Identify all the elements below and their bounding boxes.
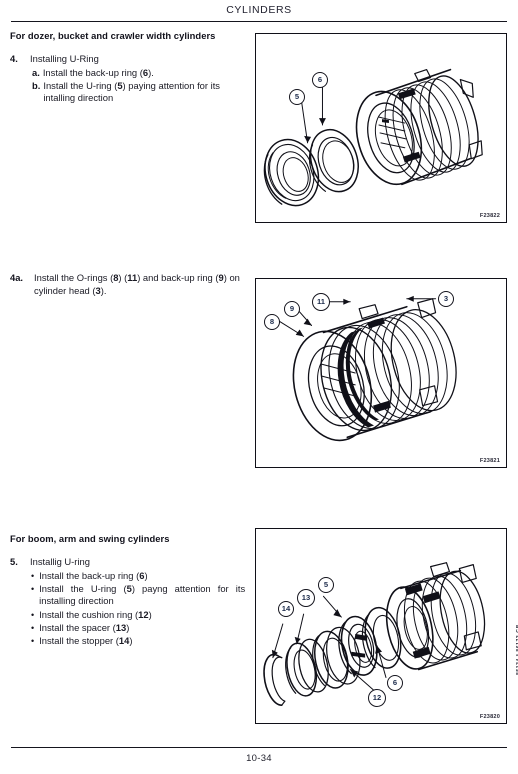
sub-item-marker: • [31, 635, 35, 646]
figure-3-callout-6: 6 [387, 675, 403, 691]
sub-item-text: Install the cushion ring (12) [39, 608, 152, 620]
sub-item-marker: b. [32, 79, 41, 91]
figure-3-callout-5: 5 [318, 577, 334, 593]
figure-2-callout-8: 8 [264, 314, 280, 330]
section-3-text: For boom, arm and swing cylinders 5. Ins… [10, 533, 248, 647]
page-number: 10-34 [246, 753, 272, 764]
sub-item-text: Install the back-up ring (6). [42, 66, 154, 78]
sub-item-marker: • [31, 583, 35, 594]
header-divider [11, 21, 507, 22]
figure-1-callout-6: 6 [312, 72, 328, 88]
section-3-step-title: Installig U-ring [30, 556, 90, 568]
list-item: • Install the stopper (14) [30, 635, 248, 648]
section-3-sub-list: • Install the back-up ring (6) • Install… [30, 570, 248, 648]
sub-item-marker: • [31, 570, 35, 581]
section-1-step: 4. Installing U-Ring [10, 53, 248, 66]
section-2-text: 4a. Install the O-rings (8) (11) and bac… [10, 272, 248, 297]
page-header: CYLINDERS [0, 0, 518, 22]
figure-1-callout-5: 5 [289, 89, 305, 105]
list-item: • Install the spacer (13) [30, 622, 248, 635]
figure-3-code: F23820 [479, 714, 500, 720]
sub-item-text: Install the U-ring (5) paying attention … [43, 79, 220, 104]
section-3-step-number: 5. [10, 556, 18, 568]
sub-item-text: Install the stopper (14) [39, 634, 133, 646]
figure-3-callout-12: 12 [368, 689, 386, 707]
figure-1: 5 6 F23822 [255, 33, 507, 223]
list-item: • Install the cushion ring (12) [30, 609, 248, 622]
figure-1-drawing [263, 68, 483, 207]
section-1-text: For dozer, bucket and crawler width cyli… [10, 30, 248, 105]
sub-item-marker: • [31, 609, 35, 620]
figure-2-callout-11: 11 [312, 293, 330, 311]
section-1-heading: For dozer, bucket and crawler width cyli… [10, 30, 216, 41]
figure-2-code: F23821 [479, 458, 500, 464]
figure-2-callout-9: 9 [284, 301, 300, 317]
section-1-step-title: Installing U-Ring [30, 53, 99, 65]
sub-item-text: Install the spacer (13) [39, 621, 130, 633]
page-footer: 10-34 [11, 748, 507, 766]
sub-item-text: Install the U-ring (5) payng attention f… [39, 582, 246, 607]
figure-3: 14 13 5 12 6 F23820 [255, 528, 507, 724]
list-item: b. Install the U-ring (5) paying attenti… [32, 80, 248, 105]
manual-page: CYLINDERS For dozer, bucket and crawler … [0, 0, 518, 774]
section-1-sub-list: a. Install the back-up ring (6). b. Inst… [32, 67, 248, 105]
sub-item-marker: a. [32, 66, 40, 78]
figure-3-callout-14: 14 [278, 601, 294, 617]
section-2-step-text: Install the O-rings (8) (11) and back-up… [34, 272, 240, 296]
figure-2-callout-3: 3 [438, 291, 454, 307]
list-item: • Install the U-ring (5) payng attention… [30, 583, 248, 608]
sub-item-text: Install the back-up ring (6) [39, 569, 148, 581]
figure-3-callout-13: 13 [297, 589, 315, 607]
section-1-step-number: 4. [10, 53, 18, 65]
section-3-step: 5. Installig U-ring [10, 556, 248, 569]
section-2-step-number: 4a. [10, 272, 24, 283]
list-item: • Install the back-up ring (6) [30, 570, 248, 583]
sub-item-marker: • [31, 622, 35, 633]
section-3-heading: For boom, arm and swing cylinders [10, 533, 170, 544]
list-item: a. Install the back-up ring (6). [32, 67, 248, 80]
figure-2: 8 9 11 3 F23821 [255, 278, 507, 468]
page-title: CYLINDERS [226, 4, 292, 16]
section-2-step: 4a. Install the O-rings (8) (11) and bac… [10, 272, 248, 297]
figure-1-code: F23822 [479, 213, 500, 219]
